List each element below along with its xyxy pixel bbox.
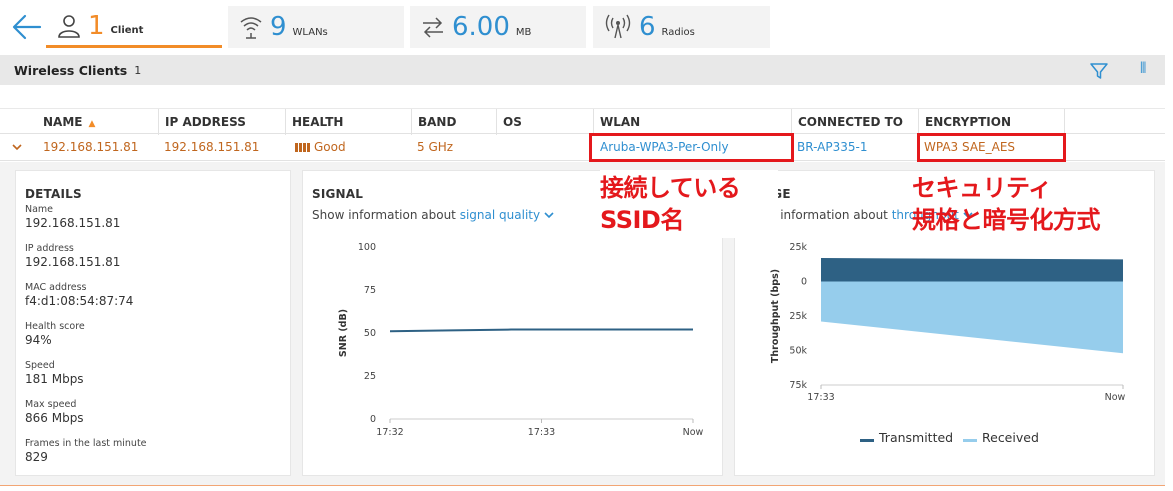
legend-transmitted[interactable]: Transmitted bbox=[860, 430, 953, 445]
y-tick-label: 25 bbox=[364, 371, 376, 382]
y-tick-label: 0 bbox=[370, 414, 376, 425]
detail-label: Speed bbox=[25, 360, 55, 371]
wlan-callout-line1: 接続している bbox=[600, 174, 741, 202]
detail-label: Health score bbox=[25, 321, 85, 332]
cell-connected-to[interactable]: BR-AP335-1 bbox=[791, 134, 867, 161]
col-header-spacer bbox=[1064, 109, 1165, 135]
detail-label: Frames in the last minute bbox=[25, 438, 147, 449]
col-header-connected-to[interactable]: CONNECTED TO bbox=[791, 109, 918, 135]
y-tick-label: 25k bbox=[789, 311, 807, 322]
tab-wlans[interactable]: 9 WLANs bbox=[228, 6, 404, 48]
details-title: DETAILS bbox=[25, 187, 82, 201]
detail-value: 866 Mbps bbox=[25, 411, 84, 425]
y-tick-label: 75 bbox=[364, 285, 376, 296]
y-tick-label: 100 bbox=[358, 242, 376, 253]
tab-label: WLANs bbox=[292, 26, 328, 38]
detail-value: f4:d1:08:54:87:74 bbox=[25, 294, 134, 308]
filter-icon[interactable] bbox=[1089, 61, 1109, 81]
detail-label: IP address bbox=[25, 243, 74, 254]
y-tick-label: 0 bbox=[801, 277, 807, 288]
tab-label: MB bbox=[515, 26, 532, 38]
table-header: NAME ▲ IP ADDRESS HEALTH BAND OS WLAN CON… bbox=[0, 108, 1165, 135]
legend-received[interactable]: Received bbox=[963, 430, 1039, 445]
y-tick-label: 25k bbox=[789, 242, 807, 253]
tab-clients[interactable]: 1 Client bbox=[46, 6, 222, 48]
tab-label: Client bbox=[110, 25, 144, 36]
detail-value: 829 bbox=[25, 450, 48, 464]
columns-icon[interactable]: ⫴ bbox=[1140, 59, 1146, 77]
col-header-band[interactable]: BAND bbox=[411, 109, 496, 135]
tab-radios[interactable]: 6 Radios bbox=[593, 6, 770, 48]
cell-band: 5 GHz bbox=[417, 140, 454, 154]
transmitted-area bbox=[821, 258, 1123, 282]
tab-count: 1 bbox=[88, 10, 105, 41]
user-icon bbox=[58, 14, 80, 38]
legend-swatch bbox=[963, 439, 977, 442]
detail-label: Name bbox=[25, 204, 54, 215]
tab-usage[interactable]: 6.00 MB bbox=[410, 6, 586, 48]
tab-label: Radios bbox=[661, 26, 695, 38]
x-tick-label: Now bbox=[683, 427, 704, 438]
summary-bar: 1 Client 9 WLANs 6.00 MB 6 Radios bbox=[0, 0, 1173, 52]
encryption-callout: セキュリティ 規格と暗号化方式 bbox=[912, 172, 1101, 236]
col-header-name[interactable]: NAME ▲ bbox=[37, 109, 157, 135]
legend-swatch bbox=[860, 439, 874, 442]
y-tick-label: 50k bbox=[789, 346, 807, 357]
x-tick-label: 17:33 bbox=[528, 427, 555, 438]
tab-count: 6 bbox=[639, 12, 656, 42]
section-header: Wireless Clients 1 ⫴ bbox=[0, 55, 1165, 85]
y-tick-label: 50 bbox=[364, 328, 376, 339]
wlan-callout: 接続している SSID名 bbox=[600, 172, 741, 236]
section-count: 1 bbox=[134, 63, 142, 77]
tab-count: 6.00 bbox=[452, 12, 510, 42]
details-card: DETAILS Name 192.168.151.81 IP address 1… bbox=[15, 170, 291, 476]
y-axis-label: Throughput (bps) bbox=[770, 269, 781, 363]
detail-value: 94% bbox=[25, 333, 52, 347]
detail-value: 192.168.151.81 bbox=[25, 216, 121, 230]
received-area bbox=[821, 281, 1123, 354]
health-bars-icon bbox=[295, 135, 311, 162]
section-title: Wireless Clients bbox=[14, 62, 128, 78]
cell-ip: 192.168.151.81 bbox=[164, 140, 260, 154]
col-header-os[interactable]: OS bbox=[496, 109, 593, 135]
chevron-down-icon[interactable] bbox=[11, 141, 23, 153]
tab-count: 9 bbox=[270, 12, 287, 42]
y-axis-label: SNR (dB) bbox=[338, 309, 349, 357]
x-tick-label: 17:33 bbox=[807, 392, 834, 403]
col-header-wlan[interactable]: WLAN bbox=[593, 109, 791, 135]
col-header-ip[interactable]: IP ADDRESS bbox=[158, 109, 285, 135]
x-tick-label: Now bbox=[1105, 392, 1126, 403]
encryption-highlight-box bbox=[917, 133, 1066, 162]
cell-os bbox=[496, 134, 502, 161]
radio-antenna-icon bbox=[605, 14, 631, 39]
col-header-encryption[interactable]: ENCRYPTION bbox=[918, 109, 1064, 135]
cell-name[interactable]: 192.168.151.81 bbox=[37, 134, 138, 161]
wlan-callout-line2: SSID名 bbox=[600, 206, 684, 234]
sort-asc-icon: ▲ bbox=[88, 119, 96, 129]
detail-label: Max speed bbox=[25, 399, 77, 410]
back-arrow-icon[interactable] bbox=[10, 10, 44, 44]
cell-health: Good bbox=[289, 134, 346, 161]
detail-value: 181 Mbps bbox=[25, 372, 84, 386]
wifi-icon bbox=[240, 17, 262, 39]
detail-value: 192.168.151.81 bbox=[25, 255, 121, 269]
enc-callout-line1: セキュリティ bbox=[912, 174, 1052, 202]
col-header-health[interactable]: HEALTH bbox=[285, 109, 411, 135]
transfer-arrows-icon bbox=[423, 17, 443, 38]
wlan-highlight-box bbox=[589, 133, 794, 162]
enc-callout-line2: 規格と暗号化方式 bbox=[912, 206, 1101, 234]
y-tick-label: 75k bbox=[789, 380, 807, 391]
detail-label: MAC address bbox=[25, 282, 87, 293]
x-tick-label: 17:32 bbox=[376, 427, 403, 438]
snr-series-line bbox=[389, 328, 693, 333]
